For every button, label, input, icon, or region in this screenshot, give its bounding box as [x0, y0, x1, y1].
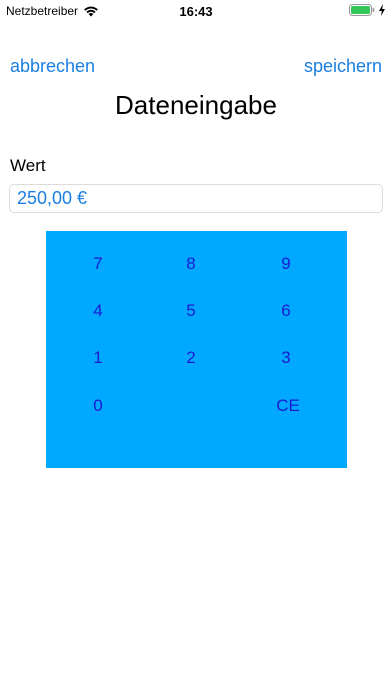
key-5[interactable]: 5: [161, 296, 221, 326]
key-1[interactable]: 1: [68, 343, 128, 373]
key-9[interactable]: 9: [256, 249, 316, 279]
clock: 16:43: [179, 4, 213, 19]
value-field-label: Wert: [10, 156, 46, 175]
screen: Netzbetreiber 16:43 abbrechen speichern …: [0, 0, 392, 696]
page-title: Dateneingabe: [115, 90, 277, 120]
key-3[interactable]: 3: [256, 343, 316, 373]
value-input[interactable]: 250,00 €: [9, 184, 383, 213]
clear-entry-button[interactable]: CE: [258, 391, 318, 421]
numeric-keypad: 7 8 9 4 5 6 1 2 3 0 CE: [46, 231, 347, 468]
key-0[interactable]: 0: [68, 391, 128, 421]
save-button[interactable]: speichern: [304, 56, 382, 77]
battery-icon: [349, 4, 375, 16]
key-2[interactable]: 2: [161, 343, 221, 373]
key-8[interactable]: 8: [161, 249, 221, 279]
key-7[interactable]: 7: [68, 249, 128, 279]
status-right-group: [349, 4, 386, 16]
bolt-icon: [378, 4, 386, 16]
key-4[interactable]: 4: [68, 296, 128, 326]
status-bar: Netzbetreiber 16:43: [0, 0, 392, 22]
cancel-button[interactable]: abbrechen: [10, 56, 95, 77]
key-6[interactable]: 6: [256, 296, 316, 326]
